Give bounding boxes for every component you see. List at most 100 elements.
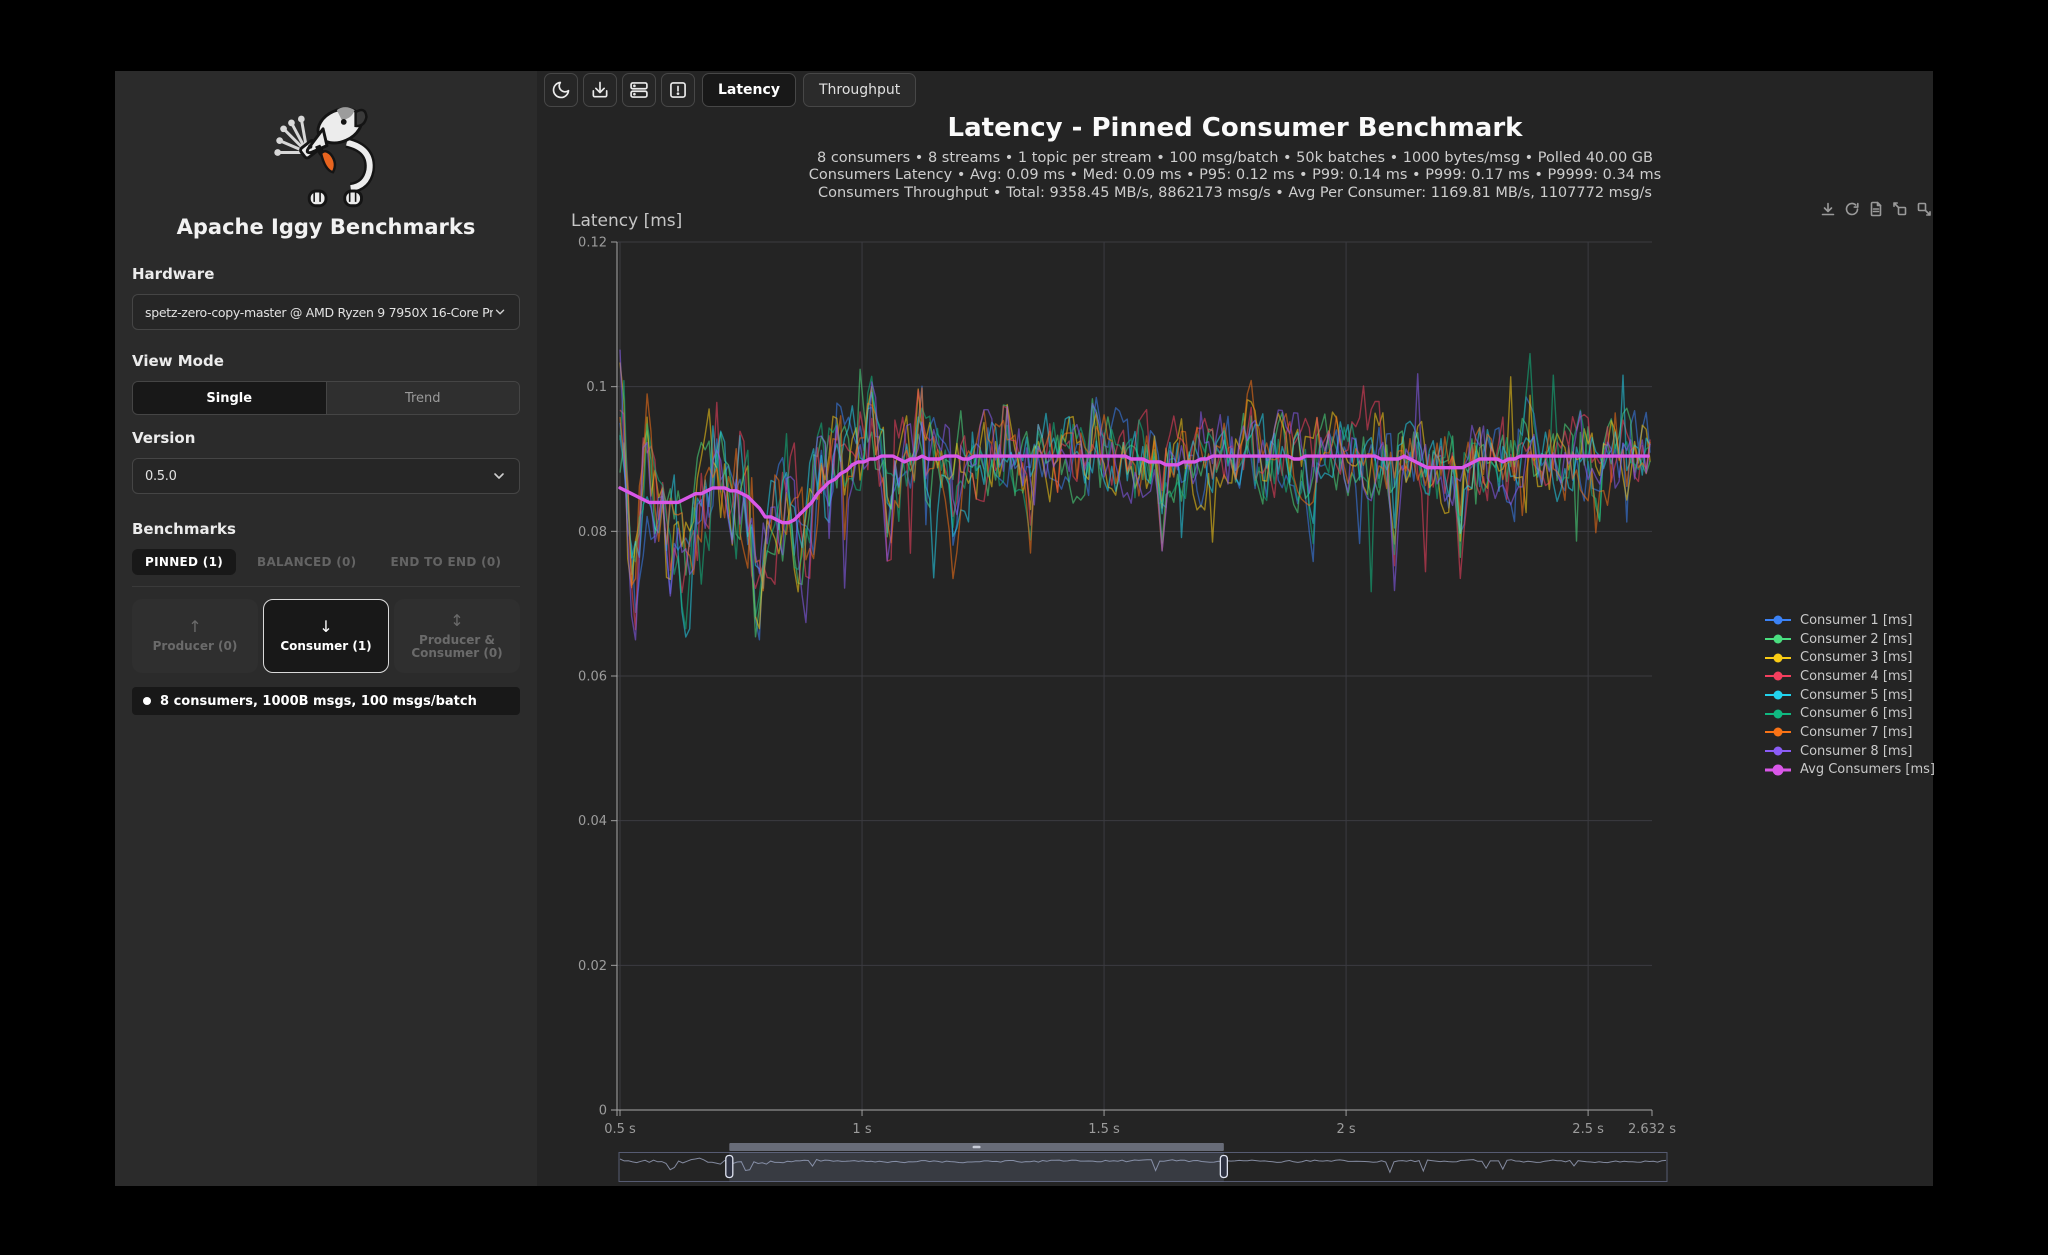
- alert-button[interactable]: [661, 73, 695, 107]
- legend-marker-icon: [1763, 725, 1793, 739]
- report-icon[interactable]: [1868, 201, 1884, 217]
- arrow-down-icon: ↓: [319, 619, 332, 635]
- view-mode-single[interactable]: Single: [133, 382, 326, 414]
- chart-header: Latency - Pinned Consumer Benchmark 8 co…: [537, 113, 1933, 202]
- hardware-select[interactable]: spetz-zero-copy-master @ AMD Ryzen 9 795…: [132, 294, 520, 330]
- version-select-value: 0.5.0: [145, 469, 177, 484]
- legend-label: Consumer 6 [ms]: [1800, 706, 1912, 721]
- benchmarks-label: Benchmarks: [132, 520, 520, 538]
- hardware-select-value: spetz-zero-copy-master @ AMD Ryzen 9 795…: [145, 305, 493, 320]
- zoom-extents-icon[interactable]: [1892, 201, 1908, 217]
- legend-label: Consumer 4 [ms]: [1800, 669, 1912, 684]
- benchmark-group-tabs: PINNED (1) BALANCED (0) END TO END (0): [132, 549, 520, 575]
- version-label: Version: [132, 429, 520, 447]
- benchmark-item-label: 8 consumers, 1000B msgs, 100 msgs/batch: [160, 694, 477, 709]
- legend-item[interactable]: Consumer 1 [ms]: [1763, 611, 1935, 630]
- legend-label: Consumer 2 [ms]: [1800, 632, 1912, 647]
- alert-square-icon: [668, 80, 688, 100]
- svg-text:0.1: 0.1: [586, 380, 607, 395]
- zoom-reset-icon[interactable]: [1916, 201, 1932, 217]
- latency-chart[interactable]: 00.020.040.060.080.10.120.5 s1 s1.5 s2 s…: [555, 201, 1695, 1155]
- svg-text:0.12: 0.12: [578, 236, 607, 251]
- legend-item[interactable]: Consumer 4 [ms]: [1763, 667, 1935, 686]
- legend-marker-icon: [1763, 632, 1793, 646]
- legend-item[interactable]: Consumer 5 [ms]: [1763, 686, 1935, 705]
- server-stack-icon: [629, 80, 649, 100]
- tab-pinned[interactable]: PINNED (1): [132, 549, 236, 575]
- theme-toggle-button[interactable]: [544, 73, 578, 107]
- download-button[interactable]: [583, 73, 617, 107]
- minimap-scrubber[interactable]: [618, 1143, 1668, 1187]
- svg-text:0.08: 0.08: [578, 525, 607, 540]
- svg-text:2.632 s: 2.632 s: [1628, 1122, 1676, 1137]
- chart-subtitle-line2: Consumers Latency • Avg: 0.09 ms • Med: …: [537, 167, 1933, 184]
- card-label: Producer & Consumer (0): [401, 634, 513, 660]
- toolbar: Latency Throughput: [544, 73, 916, 107]
- tab-end-to-end[interactable]: END TO END (0): [377, 549, 514, 575]
- moon-icon: [551, 80, 571, 100]
- card-label: Producer (0): [153, 640, 238, 653]
- arrow-up-down-icon: ↕: [450, 613, 463, 629]
- svg-text:0.5 s: 0.5 s: [604, 1122, 636, 1137]
- svg-text:2.5 s: 2.5 s: [1572, 1122, 1604, 1137]
- legend-label: Consumer 3 [ms]: [1800, 650, 1912, 665]
- tab-throughput[interactable]: Throughput: [803, 73, 916, 107]
- bullet-icon: [143, 697, 151, 705]
- legend-marker-icon: [1763, 707, 1793, 721]
- download-icon: [590, 80, 610, 100]
- legend-item[interactable]: Consumer 3 [ms]: [1763, 648, 1935, 667]
- iggy-dog-logo: [252, 97, 400, 209]
- chevron-down-icon: [493, 304, 507, 320]
- view-mode-label: View Mode: [132, 352, 520, 370]
- latency-chart-svg[interactable]: 00.020.040.060.080.10.120.5 s1 s1.5 s2 s…: [555, 201, 1695, 1151]
- legend-marker-icon: [1763, 688, 1793, 702]
- svg-text:1 s: 1 s: [852, 1122, 871, 1137]
- divider: [132, 586, 520, 587]
- card-producer[interactable]: ↑ Producer (0): [132, 599, 258, 673]
- chart-action-icons: [1820, 201, 1932, 217]
- legend-label: Consumer 8 [ms]: [1800, 744, 1912, 759]
- card-consumer[interactable]: ↓ Consumer (1): [263, 599, 389, 673]
- legend-item[interactable]: Consumer 6 [ms]: [1763, 704, 1935, 723]
- svg-text:Latency [ms]: Latency [ms]: [571, 211, 682, 231]
- benchmark-kind-cards: ↑ Producer (0) ↓ Consumer (1) ↕ Producer…: [132, 599, 520, 673]
- card-label: Consumer (1): [280, 640, 371, 653]
- legend-marker-icon: [1763, 763, 1793, 777]
- chart-legend: Consumer 1 [ms] Consumer 2 [ms] Consumer 3…: [1763, 611, 1935, 779]
- legend-marker-icon: [1763, 744, 1793, 758]
- view-mode-toggle: Single Trend: [132, 381, 520, 415]
- legend-label: Consumer 1 [ms]: [1800, 613, 1912, 628]
- card-producer-consumer[interactable]: ↕ Producer & Consumer (0): [394, 599, 520, 673]
- tab-latency[interactable]: Latency: [702, 73, 796, 107]
- legend-label: Consumer 5 [ms]: [1800, 688, 1912, 703]
- chart-title: Latency - Pinned Consumer Benchmark: [537, 113, 1933, 143]
- legend-label: Consumer 7 [ms]: [1800, 725, 1912, 740]
- legend-label: Avg Consumers [ms]: [1800, 762, 1935, 777]
- minimap-svg[interactable]: [618, 1143, 1668, 1183]
- arrow-up-icon: ↑: [188, 619, 201, 635]
- legend-item[interactable]: Consumer 7 [ms]: [1763, 723, 1935, 742]
- chart-subtitle-line3: Consumers Throughput • Total: 9358.45 MB…: [537, 185, 1933, 202]
- legend-item[interactable]: Consumer 8 [ms]: [1763, 742, 1935, 761]
- svg-text:1.5 s: 1.5 s: [1088, 1122, 1120, 1137]
- legend-marker-icon: [1763, 651, 1793, 665]
- tab-balanced[interactable]: BALANCED (0): [244, 549, 369, 575]
- server-info-button[interactable]: [622, 73, 656, 107]
- svg-text:2 s: 2 s: [1336, 1122, 1355, 1137]
- version-select[interactable]: 0.5.0: [132, 458, 520, 494]
- hardware-label: Hardware: [132, 265, 520, 283]
- svg-text:0.06: 0.06: [578, 670, 607, 685]
- svg-text:0.02: 0.02: [578, 959, 607, 974]
- refresh-icon[interactable]: [1844, 201, 1860, 217]
- legend-item[interactable]: Consumer 2 [ms]: [1763, 630, 1935, 649]
- legend-item[interactable]: Avg Consumers [ms]: [1763, 761, 1935, 780]
- download-icon[interactable]: [1820, 201, 1836, 217]
- svg-text:0.04: 0.04: [578, 814, 607, 829]
- chart-subtitle-line1: 8 consumers • 8 streams • 1 topic per st…: [537, 150, 1933, 167]
- app-title: Apache Iggy Benchmarks: [132, 215, 520, 239]
- main-panel: Latency Throughput Latency - Pinned Cons…: [537, 71, 1933, 1186]
- benchmark-list-item[interactable]: 8 consumers, 1000B msgs, 100 msgs/batch: [132, 687, 520, 715]
- view-mode-trend[interactable]: Trend: [326, 382, 520, 414]
- legend-marker-icon: [1763, 669, 1793, 683]
- chevron-down-icon: [491, 468, 507, 484]
